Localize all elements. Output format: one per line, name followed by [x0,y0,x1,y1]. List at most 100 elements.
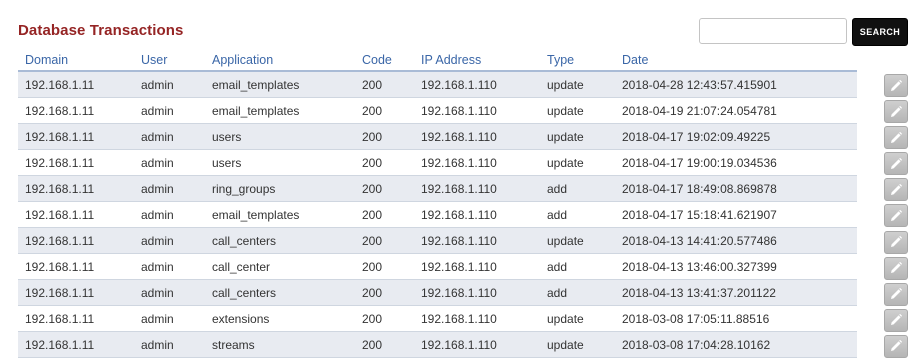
table-row[interactable]: 192.168.1.11 admin streams 200 192.168.1… [18,331,857,358]
cell-ip-address: 192.168.1.110 [414,279,540,306]
cell-ip-address: 192.168.1.110 [414,97,540,124]
edit-button[interactable] [884,178,908,202]
pencil-icon [891,262,903,274]
cell-code: 200 [355,305,414,332]
edit-button[interactable] [884,126,908,150]
column-header-date[interactable]: Date [615,49,857,72]
cell-ip-address: 192.168.1.110 [414,305,540,332]
cell-application: users [205,149,355,176]
table-row[interactable]: 192.168.1.11 admin users 200 192.168.1.1… [18,123,857,150]
cell-ip-address: 192.168.1.110 [414,201,540,228]
pencil-icon [891,105,903,117]
column-header-type[interactable]: Type [540,49,615,72]
cell-code: 200 [355,279,414,306]
edit-button[interactable] [884,152,908,176]
table-row[interactable]: 192.168.1.11 admin users 200 192.168.1.1… [18,149,857,176]
cell-domain: 192.168.1.11 [18,279,134,306]
column-header-application[interactable]: Application [205,49,355,72]
cell-date: 2018-04-17 18:49:08.869878 [615,175,857,202]
cell-ip-address: 192.168.1.110 [414,71,540,98]
cell-type: update [540,71,615,98]
cell-type: add [540,201,615,228]
cell-date: 2018-04-19 21:07:24.054781 [615,97,857,124]
cell-application: call_centers [205,279,355,306]
table-header-row: Domain User Application Code IP Address … [18,49,857,72]
table-row[interactable]: 192.168.1.11 admin email_templates 200 1… [18,201,857,228]
cell-user: admin [134,331,205,358]
cell-user: admin [134,175,205,202]
cell-date: 2018-04-17 19:00:19.034536 [615,149,857,176]
table-row[interactable]: 192.168.1.11 admin email_templates 200 1… [18,71,857,98]
cell-code: 200 [355,71,414,98]
search-button[interactable]: SEARCH [852,18,908,46]
cell-domain: 192.168.1.11 [18,227,134,254]
cell-ip-address: 192.168.1.110 [414,253,540,280]
cell-code: 200 [355,253,414,280]
page-title: Database Transactions [18,22,184,39]
cell-application: email_templates [205,97,355,124]
cell-domain: 192.168.1.11 [18,305,134,332]
cell-domain: 192.168.1.11 [18,253,134,280]
cell-code: 200 [355,97,414,124]
transactions-table: Domain User Application Code IP Address … [18,49,857,358]
table-row[interactable]: 192.168.1.11 admin call_centers 200 192.… [18,279,857,306]
cell-application: ring_groups [205,175,355,202]
cell-date: 2018-03-08 17:04:28.10162 [615,331,857,358]
pencil-icon [891,235,903,248]
cell-user: admin [134,71,205,98]
column-header-user[interactable]: User [134,49,205,72]
cell-type: add [540,279,615,306]
cell-domain: 192.168.1.11 [18,71,134,98]
cell-code: 200 [355,227,414,254]
cell-date: 2018-04-13 13:41:37.201122 [615,279,857,306]
column-header-code[interactable]: Code [355,49,414,72]
cell-user: admin [134,123,205,150]
table-row[interactable]: 192.168.1.11 admin email_templates 200 1… [18,97,857,124]
pencil-icon [891,131,903,143]
pencil-icon [891,288,903,300]
cell-user: admin [134,305,205,332]
cell-domain: 192.168.1.11 [18,175,134,202]
cell-type: add [540,253,615,280]
edit-button[interactable] [884,282,908,306]
pencil-icon [891,314,903,326]
cell-application: call_centers [205,227,355,254]
cell-date: 2018-03-08 17:05:11.88516 [615,305,857,332]
cell-code: 200 [355,175,414,202]
edit-button[interactable] [884,74,908,97]
edit-button[interactable] [884,256,908,280]
cell-application: email_templates [205,71,355,98]
cell-type: update [540,305,615,332]
cell-user: admin [134,279,205,306]
cell-application: extensions [205,305,355,332]
cell-user: admin [134,227,205,254]
pencil-icon [891,183,903,195]
table-row[interactable]: 192.168.1.11 admin call_center 200 192.1… [18,253,857,280]
cell-type: update [540,331,615,358]
cell-code: 200 [355,201,414,228]
cell-user: admin [134,201,205,228]
edit-button[interactable] [884,334,908,358]
table-row[interactable]: 192.168.1.11 admin extensions 200 192.16… [18,305,857,332]
cell-ip-address: 192.168.1.110 [414,175,540,202]
pencil-icon [891,209,903,221]
table-row[interactable]: 192.168.1.11 admin ring_groups 200 192.1… [18,175,857,202]
cell-ip-address: 192.168.1.110 [414,149,540,176]
cell-date: 2018-04-17 19:02:09.49225 [615,123,857,150]
cell-date: 2018-04-17 15:18:41.621907 [615,201,857,228]
cell-user: admin [134,97,205,124]
column-header-ip-address[interactable]: IP Address [414,49,540,72]
table-row[interactable]: 192.168.1.11 admin call_centers 200 192.… [18,227,857,254]
pencil-icon [891,79,903,91]
edit-button[interactable] [884,308,908,332]
column-header-domain[interactable]: Domain [18,49,134,72]
search-input[interactable] [699,18,847,44]
edit-button[interactable] [884,100,908,124]
cell-domain: 192.168.1.11 [18,331,134,358]
edit-button[interactable] [884,230,908,254]
cell-domain: 192.168.1.11 [18,201,134,228]
edit-button[interactable] [884,204,908,228]
cell-date: 2018-04-13 14:41:20.577486 [615,227,857,254]
cell-ip-address: 192.168.1.110 [414,227,540,254]
cell-application: users [205,123,355,150]
